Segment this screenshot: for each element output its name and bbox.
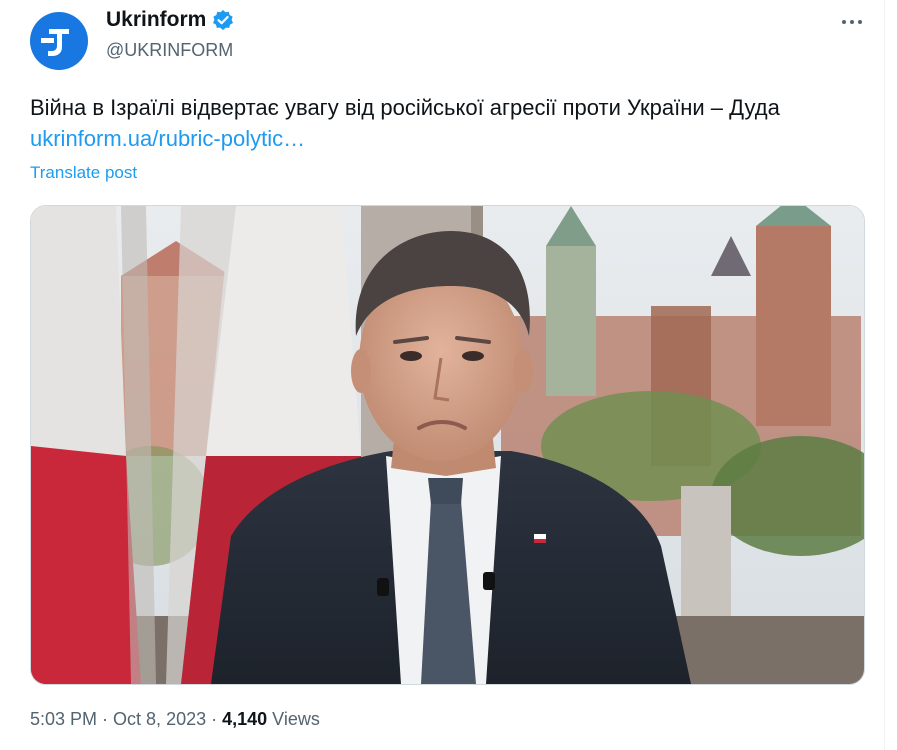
account-handle[interactable]: @UKRINFORM (106, 40, 233, 61)
more-options-button[interactable] (838, 8, 866, 36)
author-row: Ukrinform (106, 8, 234, 32)
display-name[interactable]: Ukrinform (106, 8, 206, 32)
views-count: 4,140 (222, 709, 268, 729)
post-time[interactable]: 5:03 PM (30, 709, 97, 729)
post-media-video[interactable] (30, 205, 865, 685)
avatar[interactable] (30, 12, 88, 70)
verified-badge-icon (213, 10, 234, 30)
more-dots-icon (842, 20, 862, 24)
timeline-border (884, 0, 885, 750)
meta-separator-2: · (206, 709, 223, 729)
ukrinform-logo-icon (41, 29, 69, 56)
views-label: Views (267, 709, 320, 729)
meta-separator: · (97, 709, 114, 729)
post-link[interactable]: ukrinform.ua/rubric-polytic… (30, 126, 305, 152)
translate-post-button[interactable]: Translate post (30, 163, 137, 183)
video-thumbnail-image (31, 206, 864, 684)
post-date[interactable]: Oct 8, 2023 (113, 709, 206, 729)
post-metadata: 5:03 PM · Oct 8, 2023 · 4,140 Views (30, 709, 320, 730)
post-text: Війна в Ізраїлі відвертає увагу від росі… (30, 95, 780, 120)
